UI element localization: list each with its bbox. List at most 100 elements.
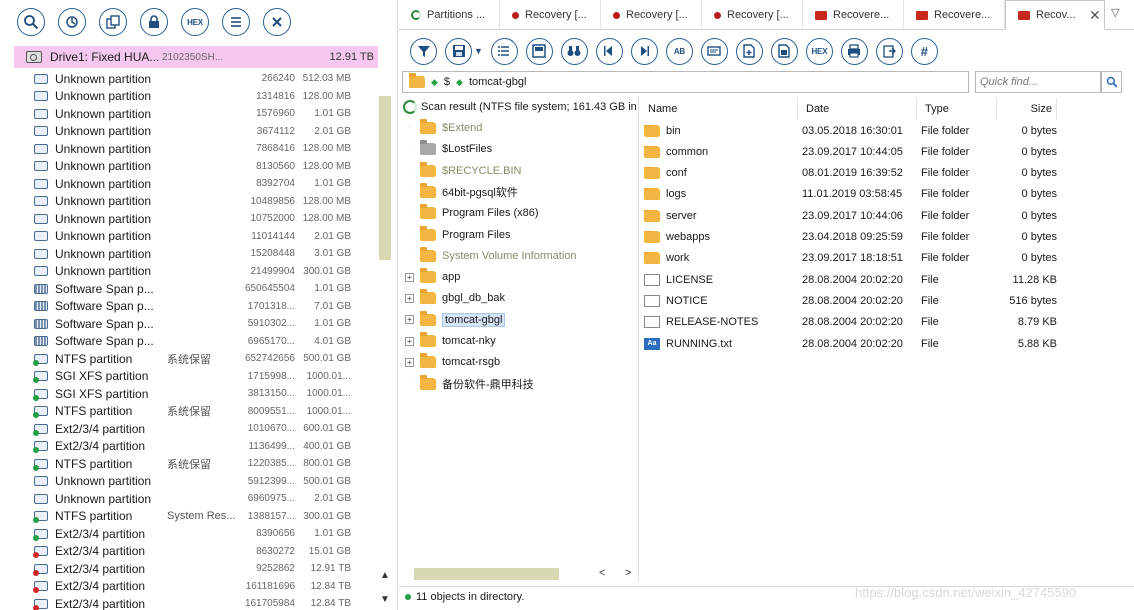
partition-row[interactable]: Software Span p... 6965170... 4.01 GB — [34, 333, 360, 351]
tab-3[interactable]: Recovery [... — [601, 0, 702, 30]
list-button[interactable] — [222, 8, 250, 36]
quick-find-button[interactable] — [1101, 71, 1122, 93]
tree-item[interactable]: + tomcat-nky — [405, 331, 496, 351]
partition-row[interactable]: Unknown partition 8130560 128.00 MB — [34, 158, 360, 176]
partition-row[interactable]: Unknown partition 5912399... 500.01 GB — [34, 473, 360, 491]
tree-item[interactable]: + gbgl_db_bak — [405, 288, 505, 308]
print-button[interactable] — [840, 37, 868, 65]
file-row[interactable]: server 23.09.2017 10:44:06 File folder 0 by… — [640, 205, 1057, 226]
tab-1[interactable]: Partitions ... — [399, 0, 500, 30]
tab-6[interactable]: Recovere... — [904, 0, 1005, 30]
tree-item[interactable]: · $RECYCLE.BIN — [405, 161, 521, 181]
file-row[interactable]: conf 08.01.2019 16:39:52 File folder 0 byte… — [640, 163, 1057, 184]
tab-menu-icon[interactable]: ▽ — [1111, 6, 1119, 19]
path-current[interactable]: tomcat-gbgl — [469, 76, 526, 88]
partition-row[interactable]: Ext2/3/4 partition 8630272 15.01 GB — [33, 543, 360, 561]
close-button[interactable] — [263, 8, 291, 36]
partition-row[interactable]: Ext2/3/4 partition 9252862 12.91 TB — [33, 560, 360, 578]
expand-icon[interactable]: + — [405, 315, 414, 325]
tree-item[interactable]: · 64bit-pgsql软件 — [405, 182, 518, 202]
file-row[interactable]: NOTICE 28.08.2004 20:02:20 File 516 bytes — [640, 290, 1057, 311]
find-button[interactable] — [560, 37, 588, 65]
file-row[interactable]: common 23.09.2017 10:44:05 File folder 0 by… — [640, 141, 1057, 162]
partition-row[interactable]: Unknown partition 10752000 128.00 MB — [34, 210, 360, 228]
partition-row[interactable]: Unknown partition 15208448 3.01 GB — [34, 245, 360, 263]
partition-row[interactable]: Unknown partition 21499904 300.01 GB — [34, 263, 360, 281]
partition-row[interactable]: SGI XFS partition 1715998... 1000.01... — [33, 368, 360, 386]
partition-row[interactable]: Unknown partition 3674112 2.01 GB — [34, 123, 360, 141]
partition-row[interactable]: Software Span p... 1701318... 7.01 GB — [34, 298, 360, 316]
partition-row[interactable]: Unknown partition 7868416 128.00 MB — [34, 140, 360, 158]
partition-row[interactable]: Unknown partition 6960975... 2.01 GB — [34, 490, 360, 508]
column-header-name[interactable]: Name — [640, 98, 798, 120]
left-scrollbar-thumb[interactable] — [379, 96, 391, 260]
tree-hscrollbar-thumb[interactable] — [414, 568, 559, 580]
scroll-down-icon[interactable]: ▼ — [380, 594, 390, 605]
column-header-type[interactable]: Type — [917, 98, 997, 120]
scan-result-node[interactable]: Scan result (NTFS file system; 161.43 GB… — [403, 100, 638, 114]
file-row[interactable]: work 23.09.2017 18:18:51 File folder 0 byte… — [640, 248, 1057, 269]
path-bar[interactable]: ◆ $ ◆ tomcat-gbgl — [402, 71, 969, 93]
partition-row[interactable]: Ext2/3/4 partition 1136499... 400.01 GB — [33, 438, 360, 456]
partition-row[interactable]: Ext2/3/4 partition 161705984 12.84 TB — [33, 595, 360, 610]
expand-icon[interactable]: + — [405, 336, 414, 346]
file-row[interactable]: bin 03.05.2018 16:30:01 File folder 0 bytes — [640, 120, 1057, 141]
copy-button[interactable] — [99, 8, 127, 36]
scroll-left-icon[interactable]: < — [599, 567, 605, 579]
expand-icon[interactable]: + — [405, 293, 414, 303]
tab-5[interactable]: Recovere... — [803, 0, 904, 30]
quick-find-input[interactable] — [975, 71, 1101, 93]
file-row[interactable]: LICENSE 28.08.2004 20:02:20 File 11.28 KB — [640, 269, 1057, 290]
drive-row[interactable]: Drive1: Fixed HUA... 2102350SH... 12.91 … — [14, 46, 378, 68]
recover-button[interactable] — [58, 8, 86, 36]
save-button[interactable] — [445, 37, 472, 65]
window-button[interactable] — [525, 37, 553, 65]
next-button[interactable] — [630, 37, 658, 65]
file-row[interactable]: RELEASE-NOTES 28.08.2004 20:02:20 File 8.79… — [640, 312, 1057, 333]
ab-button[interactable]: AB — [665, 37, 693, 65]
partition-row[interactable]: Unknown partition 8392704 1.01 GB — [34, 175, 360, 193]
column-header-size[interactable]: Size — [997, 98, 1057, 120]
tree-item[interactable]: · 备份软件-鼎甲科技 — [405, 374, 534, 394]
hex-button[interactable]: HEX — [181, 8, 209, 36]
expand-icon[interactable]: + — [405, 357, 414, 367]
file-row[interactable]: logs 11.01.2019 03:58:45 File folder 0 byte… — [640, 184, 1057, 205]
lock-button[interactable] — [140, 8, 168, 36]
partition-row[interactable]: Unknown partition 1314816 128.00 MB — [34, 88, 360, 106]
tab-2[interactable]: Recovery [... — [500, 0, 601, 30]
partition-row[interactable]: SGI XFS partition 3813150... 1000.01... — [33, 385, 360, 403]
scroll-up-icon[interactable]: ▲ — [380, 570, 390, 581]
hash-button[interactable]: # — [910, 37, 938, 65]
partition-row[interactable]: NTFS partition System Res... 1388157... 300… — [33, 508, 360, 526]
partition-row[interactable]: NTFS partition 系统保留 652742656 500.01 GB — [33, 350, 360, 368]
search-button[interactable] — [17, 8, 45, 36]
tree-item[interactable]: + tomcat-rsgb — [405, 352, 500, 372]
tab-4[interactable]: Recovery [... — [702, 0, 803, 30]
filter-button[interactable] — [410, 37, 437, 65]
file-add-button[interactable] — [735, 37, 763, 65]
partition-row[interactable]: Unknown partition 11014144 2.01 GB — [34, 228, 360, 246]
tree-item[interactable]: · System Volume Information — [405, 246, 577, 266]
scroll-right-icon[interactable]: > — [625, 567, 631, 579]
expand-icon[interactable]: + — [405, 272, 414, 282]
partition-row[interactable]: Ext2/3/4 partition 8390656 1.01 GB — [33, 525, 360, 543]
partition-row[interactable]: Unknown partition 266240 512.03 MB — [34, 70, 360, 88]
file-row[interactable]: Aa RUNNING.txt 28.08.2004 20:02:20 File 5.88… — [640, 333, 1057, 354]
partition-row[interactable]: Software Span p... 650645504 1.01 GB — [34, 280, 360, 298]
hex-view-button[interactable]: HEX — [805, 37, 833, 65]
tree-item[interactable]: · $Extend — [405, 118, 482, 138]
partition-row[interactable]: Unknown partition 10489856 128.00 MB — [34, 193, 360, 211]
partition-row[interactable]: Ext2/3/4 partition 1010670... 600.01 GB — [33, 420, 360, 438]
export-button[interactable] — [875, 37, 903, 65]
card-button[interactable] — [700, 37, 728, 65]
tree-item[interactable]: · Program Files (x86) — [405, 203, 539, 223]
tree-item[interactable]: + app — [405, 267, 460, 287]
column-header-date[interactable]: Date — [798, 98, 917, 120]
list-view-button[interactable] — [490, 37, 518, 65]
partition-row[interactable]: NTFS partition 系统保留 1220385... 800.01 GB — [33, 455, 360, 473]
path-root[interactable]: $ — [444, 76, 450, 88]
partition-row[interactable]: Ext2/3/4 partition 161181696 12.84 TB — [33, 578, 360, 596]
file-row[interactable]: webapps 23.04.2018 09:25:59 File folder 0 b… — [640, 227, 1057, 248]
partition-row[interactable]: Software Span p... 5910302... 1.01 GB — [34, 315, 360, 333]
partition-row[interactable]: NTFS partition 系统保留 8009551... 1000.01... — [33, 403, 360, 421]
